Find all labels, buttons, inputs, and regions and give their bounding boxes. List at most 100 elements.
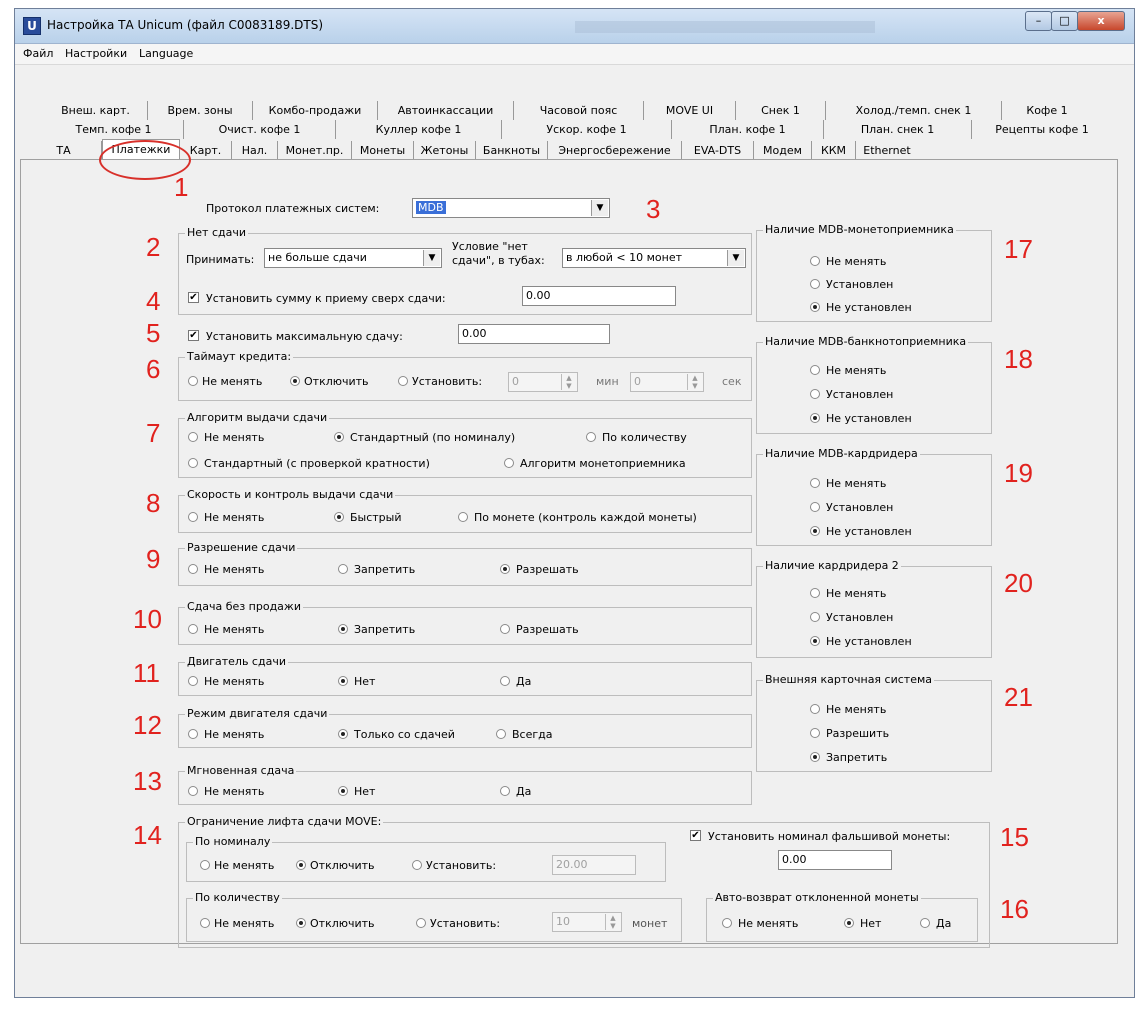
tab-clean-coffee-1[interactable]: Очист. кофе 1 <box>184 120 336 139</box>
change-algorithm-radio-4[interactable] <box>504 458 514 468</box>
tab-auto-collection[interactable]: Автоинкассации <box>378 101 514 120</box>
change-algorithm-radio-0[interactable] <box>188 432 198 442</box>
tab-ta[interactable]: ТА <box>26 141 102 160</box>
credit-timeout-radio-1[interactable] <box>290 376 300 386</box>
credit-timeout-sec-input[interactable]: 0 ▲ ▼ <box>630 372 704 392</box>
change-no-sale-radio-0[interactable] <box>188 624 198 634</box>
motor-mode-radio-2[interactable] <box>496 729 506 739</box>
auto-return-radio-1[interactable] <box>844 918 854 928</box>
ext-card-radio-1[interactable] <box>810 728 820 738</box>
change-algorithm-radio-1[interactable] <box>334 432 344 442</box>
by-count-radio-1[interactable] <box>296 918 306 928</box>
mdb-coin-radio-2[interactable] <box>810 302 820 312</box>
by-count-radio-2[interactable] <box>416 918 426 928</box>
card2-radio-0[interactable] <box>810 588 820 598</box>
instant-change-radio-2[interactable] <box>500 786 510 796</box>
tab-plan-snack-1[interactable]: План. снек 1 <box>824 120 972 139</box>
change-permission-radio-2[interactable] <box>500 564 510 574</box>
extra-sum-checkbox[interactable]: ✔ <box>188 292 199 303</box>
change-speed-radio-1[interactable] <box>334 512 344 522</box>
fake-coin-input[interactable]: 0.00 <box>778 850 892 870</box>
by-nominal-radio-1[interactable] <box>296 860 306 870</box>
credit-timeout-radio-2[interactable] <box>398 376 408 386</box>
tab-cooler-coffee-1[interactable]: Куллер кофе 1 <box>336 120 502 139</box>
change-motor-radio-0[interactable] <box>188 676 198 686</box>
motor-mode-radio-0[interactable] <box>188 729 198 739</box>
mdb-card-radio-0[interactable] <box>810 478 820 488</box>
change-permission-radio-0[interactable] <box>188 564 198 574</box>
tab-cold-temp-snack-1[interactable]: Холод./темп. снек 1 <box>826 101 1002 120</box>
change-permission-radio-1[interactable] <box>338 564 348 574</box>
fake-coin-checkbox[interactable]: ✔ <box>690 830 701 841</box>
max-change-checkbox[interactable]: ✔ <box>188 330 199 341</box>
by-nominal-radio-0[interactable] <box>200 860 210 870</box>
maximize-button[interactable]: □ <box>1051 11 1078 31</box>
change-motor-radio-1[interactable] <box>338 676 348 686</box>
tab-eva-dts[interactable]: EVA-DTS <box>682 141 754 160</box>
extra-sum-input[interactable]: 0.00 <box>522 286 676 306</box>
change-algorithm-radio-3[interactable] <box>188 458 198 468</box>
menu-file[interactable]: Файл <box>23 47 53 60</box>
tab-coins[interactable]: Монеты <box>352 141 414 160</box>
mdb-coin-radio-1[interactable] <box>810 279 820 289</box>
change-no-sale-radio-2[interactable] <box>500 624 510 634</box>
instant-change-radio-1[interactable] <box>338 786 348 796</box>
tab-accel-coffee-1[interactable]: Ускор. кофе 1 <box>502 120 672 139</box>
tab-recipes-coffee-1[interactable]: Рецепты кофе 1 <box>972 120 1112 139</box>
change-motor-radio-2[interactable] <box>500 676 510 686</box>
by-count-radio-0[interactable] <box>200 918 210 928</box>
credit-timeout-radio-0[interactable] <box>188 376 198 386</box>
minimize-button[interactable]: – <box>1025 11 1052 31</box>
mdb-bill-radio-0[interactable] <box>810 365 820 375</box>
max-change-input[interactable]: 0.00 <box>458 324 610 344</box>
tab-energy-saving[interactable]: Энергосбережение <box>548 141 682 160</box>
credit-timeout-min-input[interactable]: 0 ▲ ▼ <box>508 372 578 392</box>
close-button[interactable]: x <box>1077 11 1125 31</box>
tab-time-zones[interactable]: Врем. зоны <box>148 101 253 120</box>
menu-settings[interactable]: Настройки <box>65 47 127 60</box>
change-algorithm-radio-2[interactable] <box>586 432 596 442</box>
mdb-card-radio-2[interactable] <box>810 526 820 536</box>
mdb-coin-radio-0[interactable] <box>810 256 820 266</box>
tab-coin-acceptor[interactable]: Монет.пр. <box>278 141 352 160</box>
by-count-input[interactable]: 10 ▲ ▼ <box>552 912 622 932</box>
change-no-sale-radio-1[interactable] <box>338 624 348 634</box>
protocol-select[interactable]: MDB ▼ <box>412 198 610 218</box>
ext-card-radio-0[interactable] <box>810 704 820 714</box>
tab-plan-coffee-1[interactable]: План. кофе 1 <box>672 120 824 139</box>
tab-ext-card[interactable]: Внеш. карт. <box>44 101 148 120</box>
instant-change-radio-0[interactable] <box>188 786 198 796</box>
card2-option-0: Не менять <box>826 587 887 600</box>
menu-language[interactable]: Language <box>139 47 193 60</box>
auto-return-radio-2[interactable] <box>920 918 930 928</box>
ext-card-radio-2[interactable] <box>810 752 820 762</box>
annotation-4: 4 <box>146 286 161 316</box>
accept-select[interactable]: не больше сдачи ▼ <box>264 248 442 268</box>
by-nominal-radio-2[interactable] <box>412 860 422 870</box>
tab-combo-sales[interactable]: Комбо-продажи <box>253 101 378 120</box>
tab-kkm[interactable]: ККМ <box>812 141 856 160</box>
condition-select[interactable]: в любой < 10 монет ▼ <box>562 248 746 268</box>
tab-coffee-1[interactable]: Кофе 1 <box>1002 101 1092 120</box>
annotation-15: 15 <box>1000 822 1029 852</box>
tab-move-ui[interactable]: MOVE UI <box>644 101 736 120</box>
mdb-card-radio-1[interactable] <box>810 502 820 512</box>
change-speed-radio-2[interactable] <box>458 512 468 522</box>
by-nominal-input[interactable]: 20.00 <box>552 855 636 875</box>
change-motor-option-0: Не менять <box>204 675 265 688</box>
tab-snack-1[interactable]: Снек 1 <box>736 101 826 120</box>
mdb-bill-radio-2[interactable] <box>810 413 820 423</box>
tab-timezone[interactable]: Часовой пояс <box>514 101 644 120</box>
tab-tokens[interactable]: Жетоны <box>414 141 476 160</box>
change-speed-radio-0[interactable] <box>188 512 198 522</box>
mdb-bill-radio-1[interactable] <box>810 389 820 399</box>
card2-radio-2[interactable] <box>810 636 820 646</box>
motor-mode-radio-1[interactable] <box>338 729 348 739</box>
tab-cash[interactable]: Нал. <box>232 141 278 160</box>
tab-modem[interactable]: Модем <box>754 141 812 160</box>
card2-radio-1[interactable] <box>810 612 820 622</box>
auto-return-radio-0[interactable] <box>722 918 732 928</box>
tab-ethernet[interactable]: Ethernet <box>856 141 918 160</box>
tab-banknotes[interactable]: Банкноты <box>476 141 548 160</box>
tab-temp-coffee-1[interactable]: Темп. кофе 1 <box>44 120 184 139</box>
